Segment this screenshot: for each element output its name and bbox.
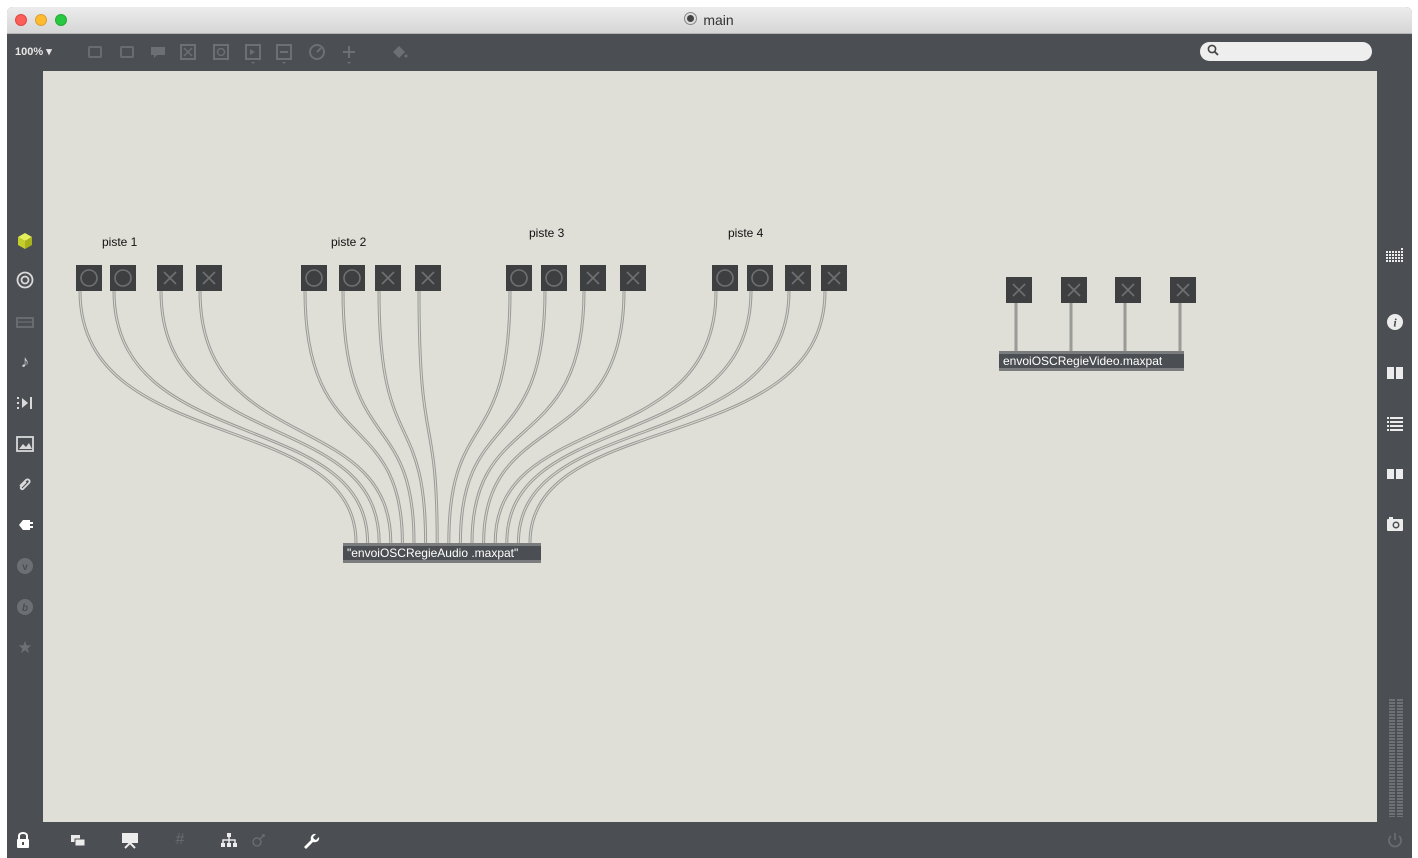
window-title-text: main	[703, 12, 734, 28]
bottom-toolbar: #	[7, 822, 1412, 858]
zoom-menu[interactable]: 100% ▾	[15, 45, 52, 58]
modified-dot-icon	[685, 13, 697, 24]
star-icon[interactable]: ★	[14, 637, 36, 659]
toggle-button[interactable]	[1115, 277, 1141, 303]
svg-text:v: v	[22, 562, 28, 573]
level-meter-left	[1389, 699, 1395, 817]
audio-subpatch-object[interactable]: "envoiOSCRegieAudio .maxpat"	[343, 543, 541, 563]
bang-button[interactable]	[506, 265, 532, 291]
track-label-1: piste 1	[102, 235, 138, 249]
book-icon[interactable]	[1385, 464, 1405, 484]
paperclip-icon[interactable]	[14, 474, 36, 496]
vimeo-icon[interactable]: v	[14, 555, 36, 577]
toggle-button[interactable]	[415, 265, 441, 291]
svg-text:b: b	[22, 603, 28, 614]
play-step-icon[interactable]	[14, 392, 36, 414]
level-meter-right	[1397, 699, 1403, 817]
bang-button[interactable]	[712, 265, 738, 291]
power-icon[interactable]	[1385, 830, 1405, 850]
patch-cords	[78, 289, 1182, 545]
toggle-button[interactable]	[1061, 277, 1087, 303]
columns-icon[interactable]	[1385, 363, 1405, 383]
patch-cord-highlight	[304, 290, 403, 544]
patch-cord-highlight	[529, 290, 826, 544]
patch-cord[interactable]	[417, 289, 439, 545]
hierarchy-icon[interactable]	[219, 830, 239, 850]
patch-cord[interactable]	[112, 289, 370, 545]
patch-cord[interactable]	[528, 289, 827, 545]
search-icon	[1207, 44, 1219, 59]
search-field[interactable]	[1200, 42, 1372, 61]
left-sidebar: ♪ v b ★	[7, 71, 43, 822]
toggle-button[interactable]	[196, 265, 222, 291]
bang-button[interactable]	[339, 265, 365, 291]
comment-icon[interactable]	[149, 43, 167, 61]
music-note-icon[interactable]: ♪	[14, 351, 36, 373]
search-input[interactable]	[1224, 44, 1364, 59]
track-label-3: piste 3	[529, 226, 565, 240]
dial-object-icon[interactable]	[308, 43, 326, 61]
track-label-4: piste 4	[728, 226, 764, 240]
chevron-down-icon: ▾	[46, 46, 52, 58]
toggle-button[interactable]	[157, 265, 183, 291]
toggle-button[interactable]	[580, 265, 606, 291]
patch-canvas[interactable]: piste 1 piste 2 piste 3 piste 4 "envoiOS…	[43, 71, 1377, 822]
toggle-button[interactable]	[785, 265, 811, 291]
toggle-button[interactable]	[1006, 277, 1032, 303]
window-title: main	[7, 12, 1412, 28]
patch-cord-highlight	[113, 290, 369, 544]
track-label-2: piste 2	[331, 235, 367, 249]
info-icon[interactable]: i	[1385, 312, 1405, 332]
plug-icon[interactable]	[14, 514, 36, 536]
patch-cord[interactable]	[482, 289, 626, 545]
lock-icon[interactable]	[13, 830, 33, 850]
image-icon[interactable]	[14, 433, 36, 455]
grid-icon[interactable]	[1385, 246, 1405, 266]
patch-cord[interactable]	[303, 289, 404, 545]
slider-object-icon[interactable]	[275, 43, 293, 64]
patch-cord[interactable]	[78, 289, 358, 545]
toggle-button[interactable]	[1170, 277, 1196, 303]
toggle-button[interactable]	[375, 265, 401, 291]
audio-level-meters	[1385, 699, 1407, 817]
patcher-toolbar: 100% ▾	[7, 34, 1412, 71]
bang-button[interactable]	[541, 265, 567, 291]
bang-button[interactable]	[110, 265, 136, 291]
camera-icon[interactable]	[1385, 514, 1405, 534]
patch-cord[interactable]	[198, 289, 393, 545]
list-icon[interactable]	[1385, 414, 1405, 434]
patch-cord-highlight	[199, 290, 392, 544]
number-object-icon[interactable]	[244, 43, 262, 64]
toggle-object-icon[interactable]	[179, 43, 197, 61]
window-stack-icon[interactable]	[68, 830, 88, 850]
patch-cord-highlight	[483, 290, 625, 544]
toggle-button[interactable]	[821, 265, 847, 291]
toggle-button[interactable]	[620, 265, 646, 291]
message-icon[interactable]	[120, 46, 134, 58]
add-icon[interactable]	[340, 43, 358, 64]
bang-button[interactable]	[76, 265, 102, 291]
patch-cord-highlight	[79, 290, 357, 544]
beat-icon[interactable]: b	[14, 596, 36, 618]
wrench-icon[interactable]	[300, 830, 320, 850]
presentation-icon[interactable]	[120, 830, 140, 850]
paint-bucket-icon[interactable]	[390, 43, 408, 61]
new-object-icon[interactable]	[88, 46, 102, 58]
zoom-level: 100%	[15, 46, 44, 58]
video-subpatch-object[interactable]: envoiOSCRegieVideo.maxpat	[999, 351, 1184, 371]
cassette-icon[interactable]	[14, 311, 36, 333]
max-patcher-window: main 100% ▾ ♪ v b ★ piste 1 piste 2 pist…	[7, 7, 1412, 858]
bang-button[interactable]	[747, 265, 773, 291]
package-cube-icon[interactable]	[14, 230, 36, 252]
button-object-icon[interactable]	[212, 43, 230, 61]
patch-cord-highlight	[418, 290, 438, 544]
target-icon[interactable]	[14, 269, 36, 291]
dependency-icon[interactable]	[249, 830, 269, 850]
title-bar: main	[7, 7, 1412, 34]
bang-button[interactable]	[301, 265, 327, 291]
grid-snap-icon[interactable]: #	[170, 830, 190, 850]
